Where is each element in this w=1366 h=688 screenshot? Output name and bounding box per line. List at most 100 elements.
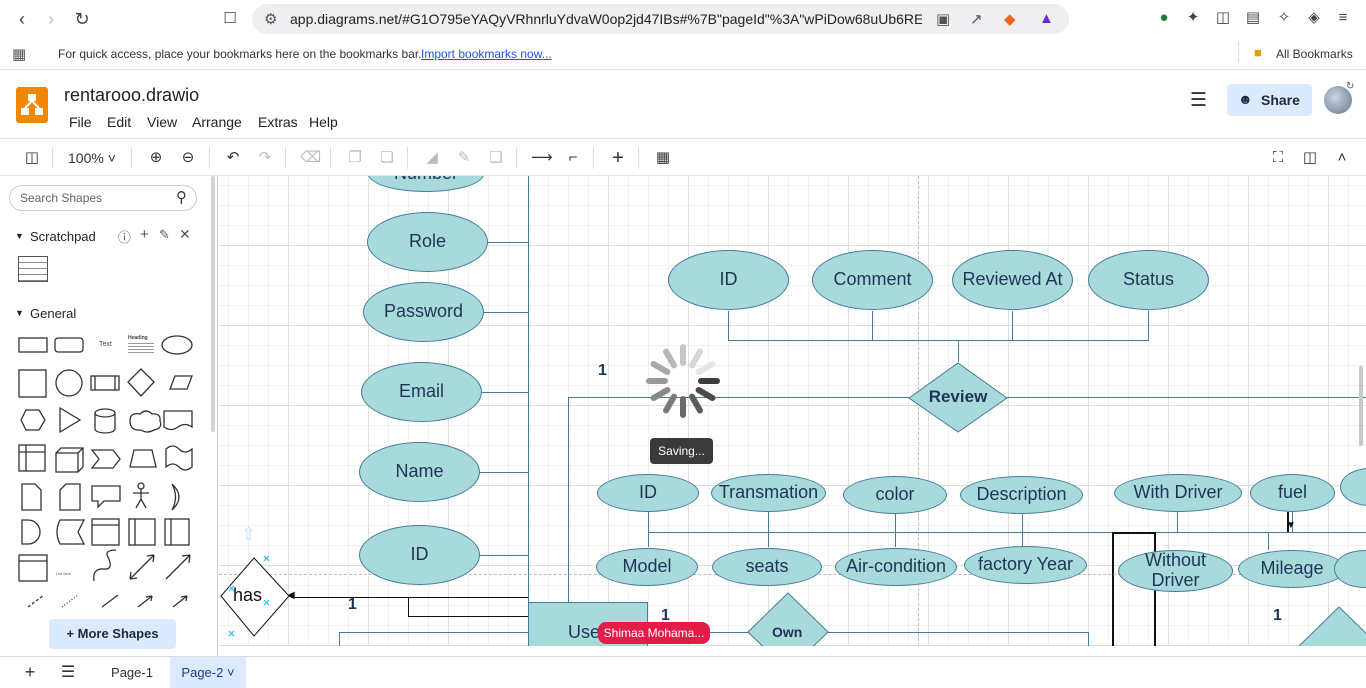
connector-line[interactable] [895,512,896,547]
apps-grid-icon[interactable]: ▦ [12,45,26,63]
insert-icon[interactable]: + [608,148,628,168]
connector-line[interactable] [768,512,769,547]
connector-line[interactable] [1177,512,1178,532]
shape-palette[interactable] [12,331,212,616]
review-attribute-comment[interactable]: Comment [812,250,933,310]
attribute-id[interactable]: ID [359,525,480,585]
connector-line[interactable] [648,532,1366,533]
table-icon[interactable]: ▦ [653,148,673,168]
zoom-select[interactable]: 100% ˅ [68,150,116,166]
waypoints-icon[interactable]: ⌐ [563,148,583,168]
sidebar-toggle-icon[interactable]: ◫ [1214,9,1232,27]
extensions-icon[interactable]: ✦ [1184,9,1202,27]
browser-menu-icon[interactable]: ≡ [1334,9,1352,27]
car-attribute-seats[interactable]: seats [712,548,822,586]
relation-line[interactable] [408,616,528,617]
attribute-name[interactable]: Name [359,442,480,502]
close-icon[interactable]: ✕ [179,226,191,243]
reload-icon[interactable]: ↻ [71,8,93,30]
shadow-icon[interactable]: ❑ [486,148,506,168]
address-bar[interactable]: ⚙ app.diagrams.net/#G1O795eYAQyVRhnrluYd… [252,4,1069,34]
connector-line[interactable] [1088,632,1089,646]
car-attribute-fuel[interactable]: fuel [1250,474,1335,512]
menu-help[interactable]: Help [309,114,338,130]
scratchpad-item[interactable] [18,256,48,282]
back-icon[interactable]: ‹ [11,8,33,30]
connector-line[interactable] [728,340,1149,341]
delete-icon[interactable]: ⌫ [300,148,321,168]
menu-arrange[interactable]: Arrange [192,114,242,130]
to-back-icon[interactable]: ❏ [377,148,397,168]
connector-line[interactable] [528,176,529,646]
relation-line[interactable] [408,597,409,617]
connector-line[interactable] [487,242,528,243]
connector-line[interactable] [481,392,528,393]
car-attribute-color[interactable]: color [843,476,947,514]
bookmark-icon[interactable]: ☐ [219,8,241,30]
car-attribute-model[interactable]: Model [596,548,698,586]
menu-edit[interactable]: Edit [107,114,131,130]
car-attribute-air-condition[interactable]: Air-condition [835,548,957,586]
format-panel-icon[interactable]: ◫ [22,148,42,168]
relationship-partial[interactable] [1299,606,1366,646]
format-toggle-icon[interactable]: ◫ [1300,148,1320,168]
add-page-button[interactable]: + [18,657,42,688]
connector-line[interactable] [1268,532,1269,550]
connector-line[interactable] [339,632,1089,633]
leo-ai-icon[interactable]: ✧ [1275,9,1293,27]
connector-line[interactable] [1012,311,1013,340]
review-attribute-reviewed-at[interactable]: Reviewed At [952,250,1073,310]
attribute-email[interactable]: Email [361,362,482,422]
car-attribute-id[interactable]: ID [597,474,699,512]
file-title[interactable]: rentarooo.drawio [64,85,199,106]
search-icon[interactable]: ⚲ [176,188,187,206]
import-bookmarks-link[interactable]: Import bookmarks now... [421,47,552,61]
all-bookmarks[interactable]: All Bookmarks [1276,47,1353,61]
zoom-out-icon[interactable]: ⊖ [178,148,198,168]
car-attribute-factory-year[interactable]: factory Year [964,546,1087,584]
list-item-shape[interactable]: List Item [56,571,71,576]
connection-icon[interactable]: ⟶ [531,148,553,168]
connector-line[interactable] [728,311,729,340]
url-text[interactable]: app.diagrams.net/#G1O795eYAQyVRhnrluYdva… [290,11,922,27]
wallet-icon[interactable]: ▤ [1244,9,1262,27]
general-title[interactable]: General [30,306,76,321]
chevron-down-icon[interactable]: ▼ [15,231,24,241]
review-attribute-status[interactable]: Status [1088,250,1209,310]
line-color-icon[interactable]: ✎ [454,148,474,168]
zoom-in-icon[interactable]: ⊕ [146,148,166,168]
attribute-password[interactable]: Password [363,282,484,342]
menu-view[interactable]: View [147,114,177,130]
share-page-icon[interactable]: ↗ [970,10,983,28]
connector-line[interactable] [479,555,528,556]
car-attribute-without-driver[interactable]: Without Driver [1118,550,1233,592]
extension-globe-icon[interactable]: ● [1155,9,1173,27]
scratchpad-title[interactable]: Scratchpad [30,229,96,244]
undo-icon[interactable]: ↶ [223,148,243,168]
share-button[interactable]: ☻ Share [1227,84,1312,116]
tab-page-2[interactable]: Page-2 ˅ [170,657,246,688]
connector-line[interactable] [568,397,909,398]
install-app-icon[interactable]: ▣ [936,10,950,28]
connector-line[interactable] [568,397,569,603]
car-attribute-partial[interactable] [1334,550,1366,588]
connector-line[interactable] [872,311,873,340]
attribute-number[interactable]: Number [368,176,484,192]
review-attribute-id[interactable]: ID [668,250,789,310]
connector-line[interactable] [483,312,528,313]
fill-color-icon[interactable]: ◢ [422,148,442,168]
canvas-scrollbar-vertical[interactable] [1359,366,1363,446]
car-attribute-description[interactable]: Description [960,476,1083,514]
brave-shield-icon[interactable]: ◆ [1004,10,1016,28]
heading-shape[interactable]: Heading [128,335,148,341]
edit-icon[interactable]: ✎ [159,227,170,243]
add-icon[interactable]: + [140,226,149,243]
to-front-icon[interactable]: ❐ [345,148,365,168]
attribute-role[interactable]: Role [367,212,488,272]
comments-icon[interactable]: ☰ [1190,89,1207,112]
more-shapes-button[interactable]: + More Shapes [49,619,176,649]
menu-file[interactable]: File [69,114,92,130]
menu-extras[interactable]: Extras [258,114,298,130]
text-shape[interactable]: Text [99,341,112,348]
diagram-canvas[interactable]: ▼ ◀ Number Role Password Email Name ID I… [219,176,1366,646]
